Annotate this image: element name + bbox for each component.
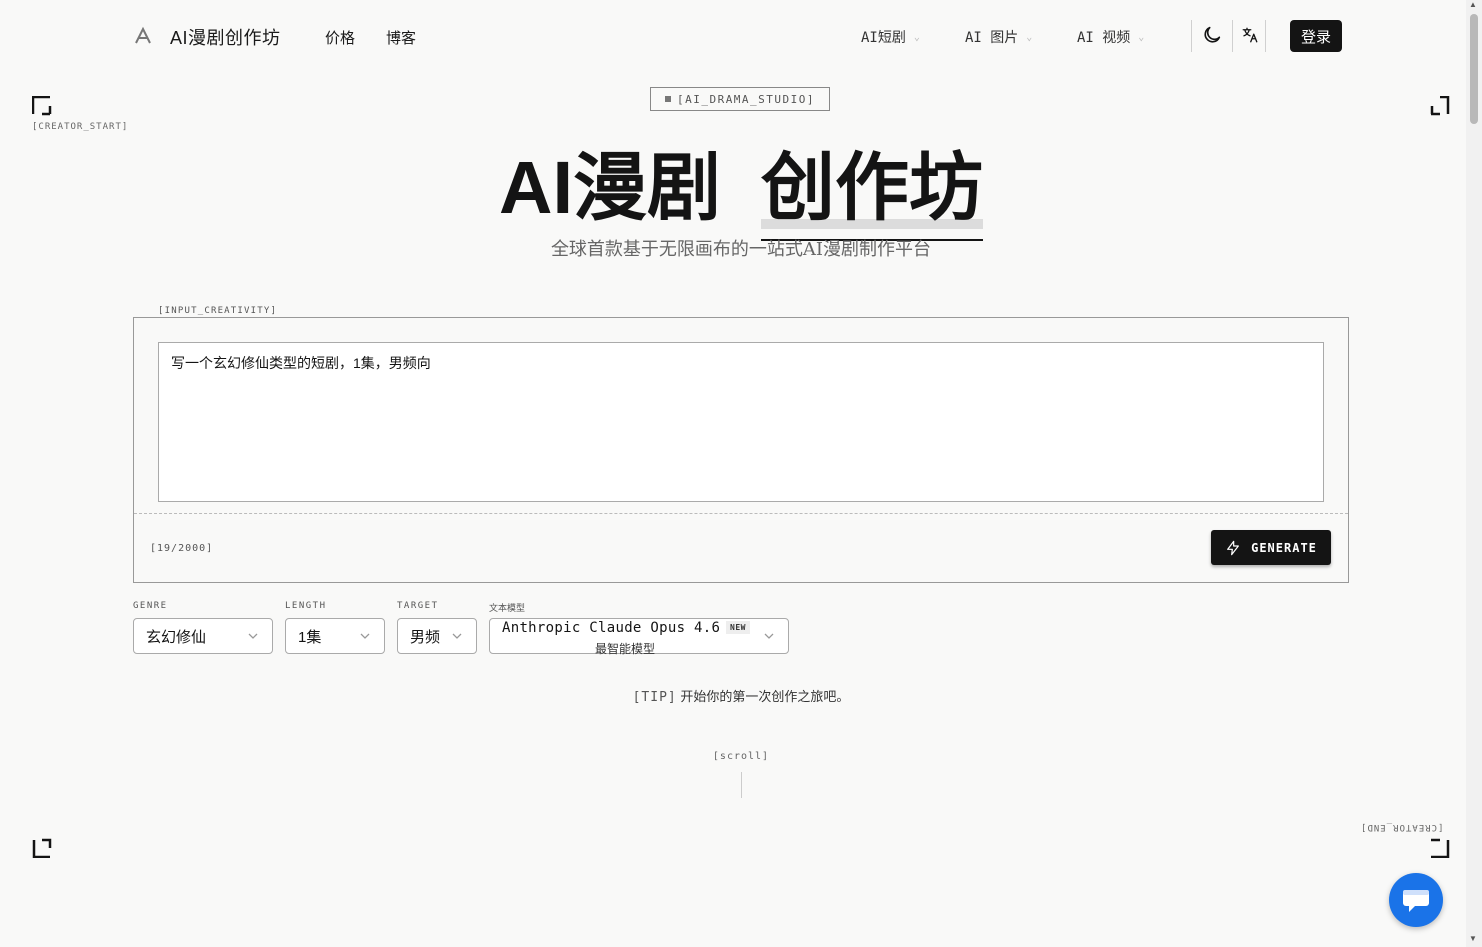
square-icon xyxy=(664,96,671,102)
corner-bracket-top-right-icon xyxy=(1430,95,1450,116)
title-part-1: AI漫剧 xyxy=(499,146,721,229)
menu-ai-video-label: AI 视频 xyxy=(1077,30,1131,46)
tip-prefix: [TIP] xyxy=(632,690,677,705)
input-section-label: [INPUT_CREATIVITY] xyxy=(152,306,284,316)
corner-bracket-bottom-right-icon xyxy=(1430,838,1450,859)
length-value: 1集 xyxy=(298,628,322,646)
scroll-down-arrow-icon[interactable]: ▼ xyxy=(1469,934,1477,943)
chevron-down-icon: ⌄ xyxy=(913,31,920,43)
target-value: 男频 xyxy=(410,628,441,646)
genre-select[interactable]: 玄幻修仙 xyxy=(133,618,273,654)
page-scrollbar-track[interactable] xyxy=(1466,0,1482,947)
chevron-down-icon xyxy=(360,633,370,639)
chevron-down-icon: ⌄ xyxy=(1138,31,1145,43)
tip-line: [TIP] 开始你的第一次创作之旅吧。 xyxy=(0,686,1482,705)
panel-divider xyxy=(134,513,1348,514)
model-label: 文本模型 xyxy=(489,603,526,613)
menu-ai-image[interactable]: AI 图片 ⌄ xyxy=(965,27,1032,47)
studio-badge: [AI_DRAMA_STUDIO] xyxy=(650,87,830,111)
new-badge: NEW xyxy=(726,621,750,634)
model-value: Anthropic Claude Opus 4.6 xyxy=(502,620,721,636)
title-part-2: 创作坊 xyxy=(761,146,983,229)
chevron-down-icon: ⌄ xyxy=(1026,31,1033,43)
studio-badge-text: [AI_DRAMA_STUDIO] xyxy=(676,92,816,106)
corner-bracket-top-left-icon xyxy=(31,95,52,116)
chevron-down-icon xyxy=(764,633,774,639)
page-scrollbar-thumb[interactable] xyxy=(1470,14,1478,124)
scroll-hint-line xyxy=(741,772,742,798)
creator-end-label: [CREATOR_END] xyxy=(1360,822,1444,832)
length-label: LENGTH xyxy=(285,601,327,611)
header-divider xyxy=(1265,20,1266,52)
tip-text: 开始你的第一次创作之旅吧。 xyxy=(680,689,850,704)
length-select[interactable]: 1集 xyxy=(285,618,385,654)
genre-label: GENRE xyxy=(133,601,168,611)
char-counter: [19/2000] xyxy=(150,543,214,554)
login-button[interactable]: 登录 xyxy=(1290,20,1342,52)
title-part-2-wrap: 创作坊 xyxy=(761,128,983,241)
menu-ai-video[interactable]: AI 视频 ⌄ xyxy=(1077,27,1144,47)
brand-name[interactable]: AI漫剧创作坊 xyxy=(170,24,281,50)
chevron-down-icon xyxy=(452,633,462,639)
page-title: AI漫剧 创作坊 xyxy=(0,128,1482,241)
target-select[interactable]: 男频 xyxy=(397,618,477,654)
scroll-up-arrow-icon[interactable]: ▲ xyxy=(1469,0,1477,9)
chat-button[interactable] xyxy=(1389,873,1443,927)
target-label: TARGET xyxy=(397,601,439,611)
language-translate-icon[interactable] xyxy=(1237,22,1263,48)
theme-toggle-moon-icon[interactable] xyxy=(1199,22,1225,48)
generate-button-label: GENERATE xyxy=(1251,540,1317,555)
model-subtitle: 最智能模型 xyxy=(594,642,655,656)
corner-bracket-bottom-left-icon xyxy=(32,838,52,859)
genre-value: 玄幻修仙 xyxy=(146,628,207,646)
header-divider xyxy=(1191,20,1192,52)
menu-ai-drama-label: AI短剧 xyxy=(861,30,906,46)
page-subtitle: 全球首款基于无限画布的一站式AI漫剧制作平台 xyxy=(550,239,932,260)
prompt-input[interactable]: 写一个玄幻修仙类型的短剧，1集，男频向 xyxy=(158,342,1324,502)
header-divider xyxy=(1232,20,1233,52)
scroll-hint: [scroll] xyxy=(712,751,770,762)
menu-ai-image-label: AI 图片 xyxy=(965,30,1019,46)
nav-pricing[interactable]: 价格 xyxy=(325,27,355,48)
chevron-down-icon xyxy=(248,633,258,639)
menu-ai-drama[interactable]: AI短剧 ⌄ xyxy=(861,27,920,47)
logo-icon[interactable] xyxy=(133,26,153,46)
nav-blog[interactable]: 博客 xyxy=(386,27,416,48)
generate-button[interactable]: GENERATE xyxy=(1211,530,1331,565)
model-select[interactable]: Anthropic Claude Opus 4.6 NEW 最智能模型 xyxy=(489,618,789,656)
lightning-icon xyxy=(1227,540,1240,555)
chat-bubble-icon xyxy=(1403,890,1429,912)
